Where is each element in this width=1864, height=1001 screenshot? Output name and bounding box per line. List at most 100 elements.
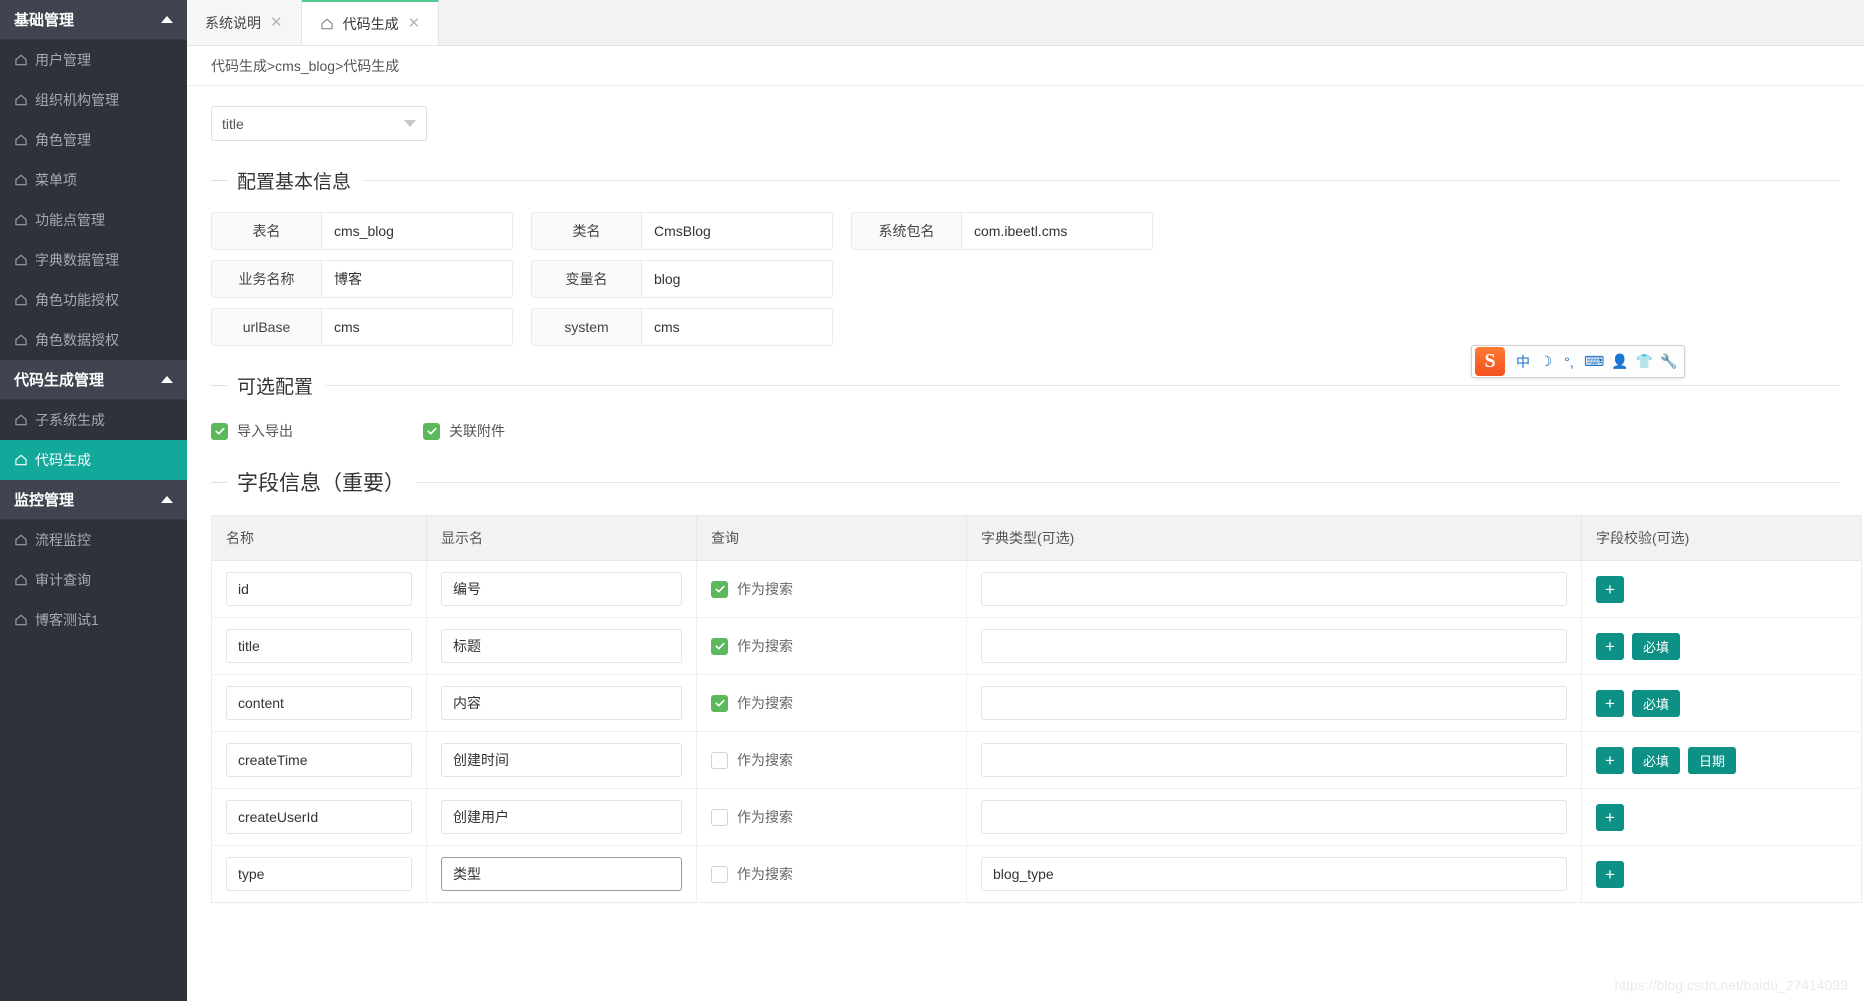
tab-系统说明[interactable]: 系统说明✕: [187, 0, 302, 45]
field-变量名[interactable]: 变量名blog: [531, 260, 833, 298]
validator-tag-必填[interactable]: 必填: [1632, 633, 1680, 660]
search-checkbox-wrap[interactable]: 作为搜索: [711, 636, 952, 656]
checkbox-icon[interactable]: [711, 638, 728, 655]
keyboard-icon[interactable]: ⌨: [1584, 351, 1604, 373]
sogou-logo-icon[interactable]: S: [1475, 347, 1505, 376]
field-name-input[interactable]: [226, 857, 412, 891]
nav-group-1[interactable]: 基础管理: [0, 0, 187, 40]
sidebar-item-组织机构管理[interactable]: 组织机构管理: [0, 80, 187, 120]
close-icon[interactable]: ✕: [408, 16, 421, 31]
search-checkbox-wrap[interactable]: 作为搜索: [711, 750, 952, 770]
table-select-value: title: [222, 116, 244, 132]
field-name-input[interactable]: [226, 743, 412, 777]
checkbox-导入导出[interactable]: 导入导出: [211, 421, 423, 441]
checkbox-icon[interactable]: [711, 695, 728, 712]
sidebar-item-label: 角色功能授权: [35, 290, 119, 310]
checkbox-关联附件[interactable]: 关联附件: [423, 421, 635, 441]
sidebar-item-代码生成[interactable]: 代码生成: [0, 440, 187, 480]
section-field-title: 字段信息（重要）: [237, 467, 417, 497]
sidebar-item-角色数据授权[interactable]: 角色数据授权: [0, 320, 187, 360]
field-display-input[interactable]: [441, 743, 682, 777]
sidebar-item-菜单项[interactable]: 菜单项: [0, 160, 187, 200]
checkbox-icon[interactable]: [211, 423, 228, 440]
add-validator-button[interactable]: +: [1596, 804, 1624, 831]
field-value[interactable]: cms: [642, 309, 832, 345]
field-name-input[interactable]: [226, 686, 412, 720]
field-value[interactable]: com.ibeetl.cms: [962, 213, 1152, 249]
sidebar-item-角色管理[interactable]: 角色管理: [0, 120, 187, 160]
checkbox-icon[interactable]: [423, 423, 440, 440]
field-系统包名[interactable]: 系统包名com.ibeetl.cms: [851, 212, 1153, 250]
moon-icon[interactable]: ☽: [1538, 351, 1554, 373]
add-validator-button[interactable]: +: [1596, 633, 1624, 660]
section-field-header: 字段信息（重要）: [211, 467, 1840, 497]
search-checkbox-wrap[interactable]: 作为搜索: [711, 807, 952, 827]
field-display-input[interactable]: [441, 572, 682, 606]
home-icon: [14, 213, 28, 227]
sidebar-item-子系统生成[interactable]: 子系统生成: [0, 400, 187, 440]
dict-type-input[interactable]: [981, 686, 1567, 720]
validator-tag-必填[interactable]: 必填: [1632, 690, 1680, 717]
field-system[interactable]: systemcms: [531, 308, 833, 346]
table-row: 作为搜索 +: [212, 561, 1862, 618]
add-validator-button[interactable]: +: [1596, 747, 1624, 774]
cell-name: [212, 561, 427, 618]
home-icon: [14, 93, 28, 107]
field-display-input[interactable]: [441, 857, 682, 891]
dict-type-input[interactable]: [981, 857, 1567, 891]
dict-type-input[interactable]: [981, 629, 1567, 663]
dict-type-input[interactable]: [981, 572, 1567, 606]
field-display-input[interactable]: [441, 686, 682, 720]
checkbox-icon[interactable]: [711, 809, 728, 826]
field-name-input[interactable]: [226, 800, 412, 834]
field-name-input[interactable]: [226, 629, 412, 663]
sidebar-item-角色功能授权[interactable]: 角色功能授权: [0, 280, 187, 320]
field-类名[interactable]: 类名CmsBlog: [531, 212, 833, 250]
field-value[interactable]: cms: [322, 309, 512, 345]
sidebar-item-label: 代码生成: [35, 450, 91, 470]
sidebar-item-流程监控[interactable]: 流程监控: [0, 520, 187, 560]
field-value[interactable]: CmsBlog: [642, 213, 832, 249]
sidebar-item-功能点管理[interactable]: 功能点管理: [0, 200, 187, 240]
sidebar-item-字典数据管理[interactable]: 字典数据管理: [0, 240, 187, 280]
table-select[interactable]: title: [211, 106, 427, 141]
dict-type-input[interactable]: [981, 800, 1567, 834]
search-checkbox-wrap[interactable]: 作为搜索: [711, 693, 952, 713]
skin-icon[interactable]: 👕: [1636, 351, 1653, 373]
tools-icon[interactable]: 🔧: [1660, 351, 1677, 373]
checkbox-icon[interactable]: [711, 866, 728, 883]
add-validator-button[interactable]: +: [1596, 690, 1624, 717]
column-header-查询: 查询: [697, 516, 967, 561]
field-display-input[interactable]: [441, 629, 682, 663]
punctuation-icon[interactable]: °,: [1561, 351, 1577, 373]
sidebar-item-用户管理[interactable]: 用户管理: [0, 40, 187, 80]
field-value[interactable]: blog: [642, 261, 832, 297]
tab-bar: 系统说明✕代码生成✕: [187, 0, 1864, 46]
checkbox-icon[interactable]: [711, 581, 728, 598]
validator-tag-日期[interactable]: 日期: [1688, 747, 1736, 774]
user-icon[interactable]: 👤: [1611, 351, 1628, 373]
checkbox-icon[interactable]: [711, 752, 728, 769]
field-表名[interactable]: 表名cms_blog: [211, 212, 513, 250]
tab-代码生成[interactable]: 代码生成✕: [302, 0, 440, 45]
close-icon[interactable]: ✕: [270, 15, 283, 30]
field-name-input[interactable]: [226, 572, 412, 606]
field-urlBase[interactable]: urlBasecms: [211, 308, 513, 346]
sidebar-item-博客测试1[interactable]: 博客测试1: [0, 600, 187, 640]
sidebar-item-审计查询[interactable]: 审计查询: [0, 560, 187, 600]
content-panel: title 配置基本信息 表名cms_blog类名CmsBlog系统包名com.…: [187, 86, 1864, 903]
add-validator-button[interactable]: +: [1596, 861, 1624, 888]
field-value[interactable]: cms_blog: [322, 213, 512, 249]
nav-group-3[interactable]: 监控管理: [0, 480, 187, 520]
field-display-input[interactable]: [441, 800, 682, 834]
search-checkbox-wrap[interactable]: 作为搜索: [711, 864, 952, 884]
language-toggle[interactable]: 中: [1515, 351, 1531, 373]
nav-group-2[interactable]: 代码生成管理: [0, 360, 187, 400]
dict-type-input[interactable]: [981, 743, 1567, 777]
field-业务名称[interactable]: 业务名称博客: [211, 260, 513, 298]
sogou-ime-toolbar[interactable]: S中 ☽ °, ⌨ 👤 👕 🔧: [1471, 345, 1685, 378]
field-value[interactable]: 博客: [322, 261, 512, 297]
validator-tag-必填[interactable]: 必填: [1632, 747, 1680, 774]
search-checkbox-wrap[interactable]: 作为搜索: [711, 579, 952, 599]
add-validator-button[interactable]: +: [1596, 576, 1624, 603]
